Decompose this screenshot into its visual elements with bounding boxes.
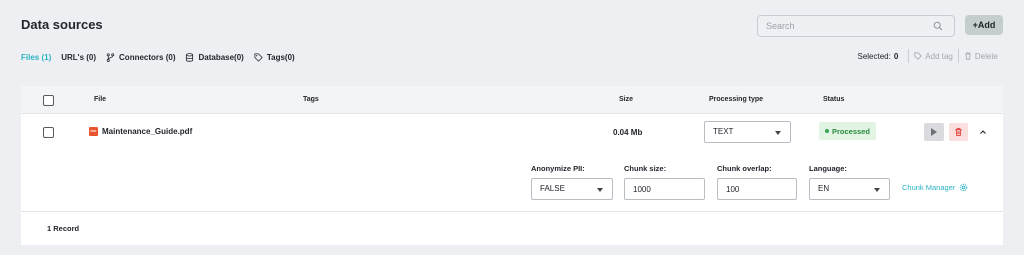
tab-label: Files (1)	[21, 52, 52, 62]
gear-icon	[960, 183, 968, 192]
processing-type-select[interactable]: TEXT	[704, 121, 791, 143]
chunk-manager-link[interactable]: Chunk Manager	[902, 183, 968, 192]
selection-toolbar: Selected: 0 Add tag Delete	[857, 49, 1003, 63]
delete-button[interactable]: Delete	[959, 52, 1003, 61]
chevron-down-icon	[597, 188, 603, 192]
search-box[interactable]	[757, 15, 955, 37]
chunk-overlap-input[interactable]	[717, 178, 797, 200]
selected-label: Selected:	[857, 51, 891, 61]
select-all-checkbox[interactable]	[43, 95, 54, 106]
pdf-icon: PDF	[89, 127, 98, 136]
branch-icon	[106, 52, 115, 62]
tab-connectors[interactable]: Connectors (0)	[106, 53, 175, 62]
trash-icon	[965, 52, 971, 60]
status-text: Processed	[832, 126, 870, 136]
tab-database[interactable]: Database(0)	[185, 52, 244, 62]
tab-bar: Files (1) URL's (0) Connectors (0) Datab…	[21, 51, 295, 63]
tag-icon	[254, 52, 263, 62]
tab-label: Database(0)	[198, 52, 244, 62]
chevron-down-icon	[775, 131, 781, 135]
anonymize-label: Anonymize PII:	[531, 164, 585, 173]
language-select[interactable]: EN	[809, 178, 890, 200]
processing-type-value: TEXT	[713, 127, 734, 136]
chevron-up-icon[interactable]	[978, 127, 988, 137]
trash-icon	[955, 128, 962, 137]
add-tag-label: Add tag	[925, 51, 953, 61]
file-name: Maintenance_Guide.pdf	[102, 127, 193, 136]
tab-files[interactable]: Files (1)	[21, 53, 51, 62]
tag-icon	[914, 52, 923, 60]
record-count: 1 Record	[47, 224, 80, 233]
column-header-size: Size	[619, 96, 634, 103]
add-button[interactable]: +Add	[965, 15, 1003, 35]
tab-label: Tags(0)	[266, 52, 295, 62]
language-value: EN	[818, 184, 830, 193]
status-badge: Processed	[819, 122, 876, 140]
play-icon	[931, 128, 937, 136]
table-header: File Tags Size Processing type Status	[21, 86, 1003, 114]
tab-label: URL's (0)	[61, 52, 97, 62]
selected-count: Selected: 0	[857, 52, 898, 61]
anonymize-value: FALSE	[540, 184, 565, 193]
column-header-file: File	[94, 96, 107, 103]
chunk-overlap-label: Chunk overlap:	[717, 164, 772, 173]
search-icon	[933, 21, 943, 31]
selected-value: 0	[893, 51, 899, 61]
run-button[interactable]	[924, 123, 944, 141]
chunk-manager-label: Chunk Manager	[902, 183, 956, 192]
chunk-size-input[interactable]	[624, 178, 705, 200]
files-table: File Tags Size Processing type Status PD…	[21, 86, 1003, 245]
tab-urls[interactable]: URL's (0)	[61, 53, 96, 62]
database-icon	[186, 52, 194, 62]
search-input[interactable]	[758, 16, 928, 36]
column-header-status: Status	[823, 96, 845, 103]
column-header-tags: Tags	[303, 96, 319, 103]
chevron-down-icon	[874, 188, 880, 192]
tab-tags[interactable]: Tags(0)	[254, 53, 295, 62]
page-title: Data sources	[21, 17, 103, 32]
add-tag-button[interactable]: Add tag	[909, 52, 958, 61]
anonymize-select[interactable]: FALSE	[531, 178, 613, 200]
delete-row-button[interactable]	[949, 123, 968, 141]
chunk-size-label: Chunk size:	[624, 164, 667, 173]
status-dot-icon	[825, 129, 829, 133]
delete-label: Delete	[974, 51, 998, 61]
file-name-cell[interactable]: PDF Maintenance_Guide.pdf	[89, 127, 192, 136]
tab-label: Connectors (0)	[119, 52, 176, 62]
language-label: Language:	[809, 164, 847, 173]
column-header-processing-type: Processing type	[709, 96, 764, 103]
file-size: 0.04 Mb	[613, 128, 643, 137]
table-row: PDF Maintenance_Guide.pdf 0.04 Mb TEXT P…	[21, 114, 1003, 212]
row-checkbox[interactable]	[43, 127, 54, 138]
